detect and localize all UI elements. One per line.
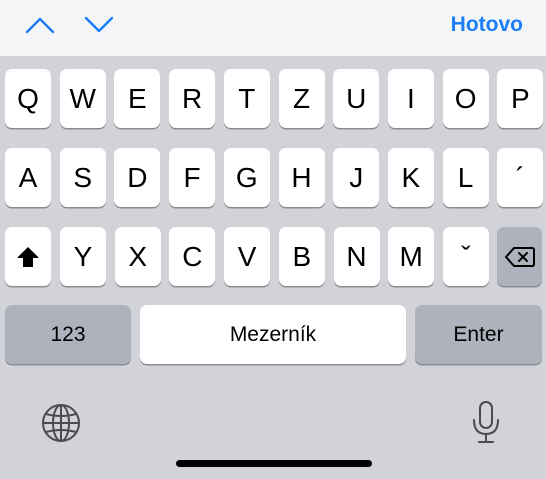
key[interactable]: N bbox=[333, 227, 380, 286]
key[interactable]: P bbox=[497, 69, 544, 128]
key[interactable]: O bbox=[442, 69, 489, 128]
key[interactable]: M bbox=[388, 227, 435, 286]
key[interactable]: Y bbox=[60, 227, 106, 286]
shift-key[interactable] bbox=[5, 227, 51, 286]
key[interactable]: H bbox=[278, 148, 325, 207]
keyboard: QWERTZUIOP A S D F G H J K L ´ YXCVBNMˇ 123 Mezer… bbox=[0, 56, 546, 479]
key[interactable]: R bbox=[169, 69, 216, 128]
key[interactable]: V bbox=[224, 227, 271, 286]
key[interactable]: U bbox=[333, 69, 380, 128]
key[interactable]: E bbox=[114, 69, 161, 128]
next-field-button[interactable] bbox=[82, 10, 116, 40]
backspace-key[interactable] bbox=[497, 227, 542, 286]
numbers-key[interactable]: 123 bbox=[5, 305, 131, 364]
key[interactable]: C bbox=[169, 227, 216, 286]
key[interactable]: T bbox=[223, 69, 270, 128]
key[interactable]: F bbox=[169, 148, 216, 207]
shift-icon bbox=[17, 246, 39, 267]
globe-button[interactable] bbox=[39, 401, 83, 445]
previous-field-button[interactable] bbox=[23, 10, 57, 40]
key[interactable]: A bbox=[5, 148, 51, 207]
keyboard-toolbar: Hotovo bbox=[0, 0, 546, 56]
key[interactable]: G bbox=[223, 148, 270, 207]
key[interactable]: ´ bbox=[497, 148, 544, 207]
key[interactable]: X bbox=[114, 227, 161, 286]
chevron-up-icon bbox=[25, 17, 55, 34]
enter-key[interactable]: Enter bbox=[415, 305, 542, 364]
space-key[interactable]: Mezerník bbox=[140, 305, 406, 364]
key[interactable]: Z bbox=[278, 69, 325, 128]
key[interactable]: ˇ bbox=[442, 227, 489, 286]
chevron-down-icon bbox=[84, 16, 114, 33]
key[interactable]: D bbox=[114, 148, 161, 207]
globe-icon bbox=[42, 404, 80, 442]
done-button[interactable]: Hotovo bbox=[451, 12, 523, 38]
key[interactable]: Q bbox=[5, 69, 51, 128]
dictation-button[interactable] bbox=[464, 398, 508, 448]
key[interactable]: W bbox=[59, 69, 106, 128]
microphone-icon bbox=[473, 401, 499, 443]
home-indicator bbox=[176, 460, 372, 467]
key[interactable]: I bbox=[387, 69, 434, 128]
backspace-icon bbox=[504, 246, 535, 267]
key[interactable]: J bbox=[333, 148, 380, 207]
key[interactable]: K bbox=[387, 148, 434, 207]
key[interactable]: S bbox=[59, 148, 106, 207]
key[interactable]: B bbox=[278, 227, 325, 286]
key[interactable]: L bbox=[442, 148, 489, 207]
